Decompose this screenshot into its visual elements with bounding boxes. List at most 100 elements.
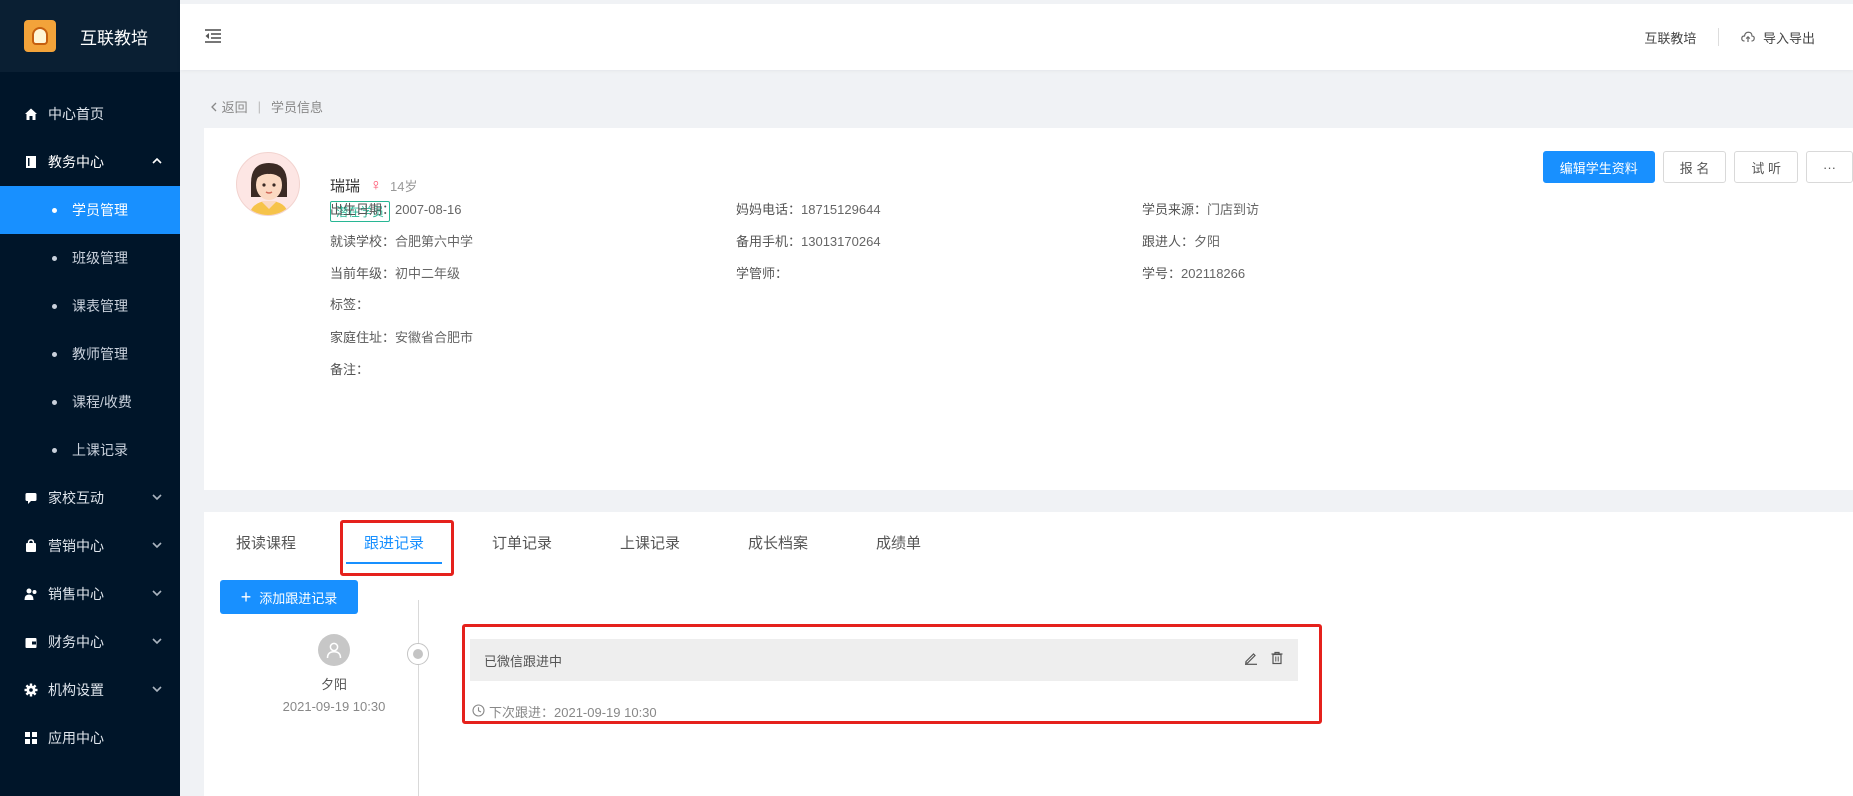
brand[interactable]: 互联教培	[0, 0, 180, 72]
people-icon	[24, 587, 38, 601]
field-value: 13013170264	[801, 234, 881, 249]
gear-icon	[24, 683, 38, 697]
field-label: 备注：	[330, 362, 370, 377]
field-label: 学管师：	[736, 266, 789, 281]
field-source: 学员来源：门店到访	[1142, 199, 1259, 218]
sidebar-sub-schedule[interactable]: 课表管理	[0, 282, 180, 330]
sidebar-sub-courses[interactable]: 课程/收费	[0, 378, 180, 426]
tab-orders[interactable]: 订单记录	[492, 532, 552, 553]
more-button[interactable]: ···	[1806, 151, 1853, 183]
book-icon	[24, 155, 38, 169]
sidebar-item-sales[interactable]: 销售中心	[0, 570, 180, 618]
field-student-no: 学号：202118266	[1142, 263, 1245, 282]
highlight-box	[462, 624, 1322, 724]
back-link[interactable]: 返回	[210, 97, 248, 116]
chat-icon	[24, 491, 38, 505]
field-mom-phone: 妈妈电话：18715129644	[736, 199, 881, 218]
sidebar-sub-students[interactable]: 学员管理	[0, 186, 180, 234]
field-value: 夕阳	[1194, 234, 1221, 249]
tab-courses[interactable]: 报读课程	[236, 532, 296, 553]
sidebar-item-label: 家校互动	[48, 490, 104, 506]
sidebar-item-academic[interactable]: 教务中心	[0, 138, 180, 186]
sidebar-sub-label: 班级管理	[72, 250, 128, 266]
sidebar-item-marketing[interactable]: 营销中心	[0, 522, 180, 570]
chevron-down-icon	[152, 589, 162, 600]
import-export-link[interactable]: 导入导出	[1741, 28, 1815, 47]
menu-fold-icon[interactable]	[204, 28, 222, 44]
field-birth: 出生日期：2007-08-16	[330, 199, 462, 218]
tab-transcript[interactable]: 成绩单	[876, 532, 921, 553]
author-name: 夕阳	[320, 677, 347, 692]
field-grade: 当前年级：初中二年级	[330, 263, 460, 282]
add-follow-up-button[interactable]: + 添加跟进记录	[220, 580, 358, 614]
home-icon	[24, 107, 38, 121]
sidebar-item-homeschool[interactable]: 家校互动	[0, 474, 180, 522]
follow-up-card: 报读课程 跟进记录 订单记录 上课记录 成长档案 成绩单 + 添加跟进记录 夕阳…	[204, 512, 1853, 796]
sidebar-sub-label: 课表管理	[72, 298, 128, 314]
field-school: 就读学校：合肥第六中学	[330, 231, 473, 250]
wallet-icon	[24, 635, 38, 649]
student-name-row: 瑞瑞 ♀ 14岁	[330, 175, 417, 196]
student-profile-card: 瑞瑞 ♀ 14岁 潜在学员 出生日期：2007-08-16 妈妈电话：18715…	[204, 128, 1853, 490]
sidebar-item-label: 中心首页	[48, 106, 104, 122]
tabs: 报读课程 跟进记录 订单记录 上课记录 成长档案 成绩单	[204, 512, 1853, 576]
field-follower: 跟进人：夕阳	[1142, 231, 1220, 250]
chevron-up-icon	[152, 157, 162, 168]
plus-icon: +	[240, 586, 252, 607]
field-value: 2007-08-16	[395, 202, 462, 217]
sidebar-sub-classes[interactable]: 班级管理	[0, 234, 180, 282]
sidebar-item-label: 应用中心	[48, 730, 104, 746]
chevron-down-icon	[152, 637, 162, 648]
import-export-label: 导入导出	[1762, 30, 1815, 46]
sidebar-item-settings[interactable]: 机构设置	[0, 666, 180, 714]
sidebar-item-apps[interactable]: 应用中心	[0, 714, 180, 762]
sidebar-sub-teachers[interactable]: 教师管理	[0, 330, 180, 378]
sidebar-sub-attendance[interactable]: 上课记录	[0, 426, 180, 474]
field-label: 当前年级：	[330, 266, 396, 281]
timeline-dot	[407, 643, 429, 665]
sidebar-sub-label: 学员管理	[72, 202, 128, 218]
follow-up-author: 夕阳 2021-09-19 10:30	[274, 634, 394, 714]
field-label: 就读学校：	[330, 234, 396, 249]
org-name[interactable]: 互联教培	[1644, 28, 1696, 47]
enroll-button[interactable]: 报 名	[1662, 151, 1727, 183]
trial-button[interactable]: 试 听	[1734, 151, 1798, 183]
user-avatar-icon	[318, 634, 350, 666]
field-label: 备用手机：	[736, 234, 802, 249]
field-label: 出生日期：	[330, 202, 396, 217]
highlight-box	[340, 520, 454, 576]
breadcrumb-separator: |	[257, 99, 262, 114]
student-avatar	[236, 152, 300, 216]
chevron-down-icon	[152, 493, 162, 504]
field-value: 202118266	[1181, 266, 1246, 281]
sidebar-item-label: 财务中心	[48, 634, 104, 650]
record-time: 2021-09-19 10:30	[282, 699, 386, 714]
sidebar-item-label: 教务中心	[48, 154, 104, 170]
field-label: 学号：	[1142, 266, 1182, 281]
field-manager: 学管师：	[736, 263, 788, 282]
sidebar-sub-label: 教师管理	[72, 346, 128, 362]
breadcrumb-current: 学员信息	[271, 100, 324, 115]
topbar-actions: 互联教培 导入导出	[1644, 4, 1815, 70]
sidebar-menu: 中心首页 教务中心 学员管理 班级管理 课表管理 教师管理 课程/收费 上课记录…	[0, 72, 180, 762]
breadcrumb: 返回 | 学员信息	[210, 97, 323, 116]
add-follow-up-label: 添加跟进记录	[259, 590, 338, 606]
field-remark: 备注：	[330, 359, 369, 378]
chevron-down-icon	[152, 685, 162, 696]
student-age: 14岁	[390, 179, 418, 194]
edit-student-button[interactable]: 编辑学生资料	[1542, 151, 1655, 183]
chevron-left-icon	[210, 100, 222, 115]
tab-attendance[interactable]: 上课记录	[620, 532, 680, 553]
sidebar-item-finance[interactable]: 财务中心	[0, 618, 180, 666]
field-label: 学员来源：	[1142, 202, 1208, 217]
sidebar: 互联教培 中心首页 教务中心 学员管理 班级管理 课表管理 教师管理 课程/收费…	[0, 0, 180, 796]
sidebar-item-label: 销售中心	[48, 586, 104, 602]
grid-icon	[24, 731, 38, 745]
field-value: 安徽省合肥市	[395, 330, 474, 345]
sidebar-item-home[interactable]: 中心首页	[0, 90, 180, 138]
student-name: 瑞瑞	[330, 178, 361, 195]
profile-actions: 编辑学生资料 报 名 试 听 ···	[1542, 151, 1853, 183]
field-label: 跟进人：	[1142, 234, 1195, 249]
tab-growth[interactable]: 成长档案	[748, 532, 808, 553]
topbar: 互联教培 导入导出	[180, 0, 1853, 70]
